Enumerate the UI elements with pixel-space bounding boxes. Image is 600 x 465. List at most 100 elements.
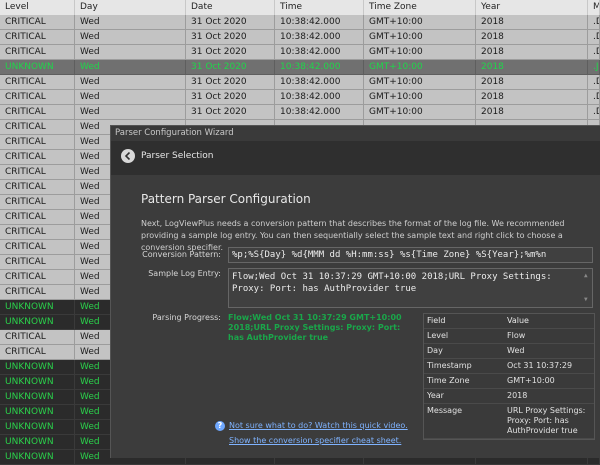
scroll-up-icon[interactable]: ▲	[584, 270, 588, 282]
cell-level: UNKNOWN	[0, 60, 75, 75]
parsing-progress-value: Flow;Wed Oct 31 10:37:29 GMT+10:00 2018;…	[228, 313, 402, 342]
cell-level: UNKNOWN	[0, 375, 75, 390]
help-icon: ?	[215, 421, 225, 431]
column-header-time-zone[interactable]: Time Zone	[364, 0, 476, 15]
cell-time: 10:38:42.000	[275, 105, 364, 120]
table-row[interactable]: CRITICAL Wed 31 Oct 2020 10:38:42.000 GMT+10…	[0, 15, 600, 30]
cell-time-zone: GMT+10:00	[364, 45, 476, 60]
result-field: Time Zone	[427, 376, 470, 385]
cell-year: 2018	[476, 30, 588, 45]
watch-video-link[interactable]: Not sure what to do? Watch this quick vi…	[229, 421, 408, 430]
table-row[interactable]: CRITICAL Wed 31 Oct 2020 10:38:42.000 GMT+10…	[0, 90, 600, 105]
cell-level: CRITICAL	[0, 45, 75, 60]
result-field: Day	[427, 346, 443, 355]
column-header-year[interactable]: Year	[476, 0, 588, 15]
result-row: Day Wed	[424, 344, 594, 359]
table-row[interactable]: CRITICAL Wed 31 Oct 2020 10:38:42.000 GMT+10…	[0, 30, 600, 45]
cell-year: 2018	[476, 105, 588, 120]
cell-level: CRITICAL	[0, 105, 75, 120]
result-row: Message URL Proxy Settings: Proxy: Port: …	[424, 404, 594, 439]
column-header-day[interactable]: Day	[75, 0, 186, 15]
cell-level: CRITICAL	[0, 150, 75, 165]
result-header-field: Field	[427, 316, 446, 325]
cell-year: 2018	[476, 15, 588, 30]
result-field: Level	[427, 331, 449, 340]
cell-level: CRITICAL	[0, 270, 75, 285]
back-arrow-icon	[124, 152, 131, 160]
cell-year: 2018	[476, 75, 588, 90]
cell-day: Wed	[75, 30, 186, 45]
parser-configuration-dialog: Parser Configuration Wizard Parser Selec…	[110, 125, 600, 458]
cheat-sheet-link[interactable]: Show the conversion specifier cheat shee…	[229, 436, 401, 445]
cell-time-zone: GMT+10:00	[364, 90, 476, 105]
cell-date: 31 Oct 2020	[186, 15, 275, 30]
cell-year: 2018	[476, 90, 588, 105]
cell-level: CRITICAL	[0, 30, 75, 45]
cell-level: CRITICAL	[0, 195, 75, 210]
table-row[interactable]: UNKNOWN Wed 31 Oct 2020 10:38:42.000 GMT+10:…	[0, 60, 600, 75]
cell-time-zone: GMT+10:00	[364, 60, 476, 75]
page-title: Pattern Parser Configuration	[141, 192, 311, 206]
cell-message: .D	[588, 105, 600, 120]
cell-year: 2018	[476, 60, 588, 75]
sample-scrollbar[interactable]: ▲ ▼	[582, 270, 591, 306]
cell-day: Wed	[75, 75, 186, 90]
cell-day: Wed	[75, 45, 186, 60]
result-row: Year 2018	[424, 389, 594, 404]
dialog-nav-bar: Parser Selection	[111, 141, 600, 175]
conversion-pattern-input[interactable]: %p;%S{Day} %d{MMM dd %H:mm:ss} %s{Time Z…	[228, 247, 593, 263]
result-value: 2018	[507, 391, 528, 400]
cell-level: UNKNOWN	[0, 420, 75, 435]
cell-year: 2018	[476, 45, 588, 60]
sample-log-entry-label: Sample Log Entry:	[148, 269, 221, 278]
cell-level: CRITICAL	[0, 210, 75, 225]
cell-date: 31 Oct 2020	[186, 75, 275, 90]
cell-message: .D	[588, 30, 600, 45]
cell-level: UNKNOWN	[0, 315, 75, 330]
table-row[interactable]: CRITICAL Wed 31 Oct 2020 10:38:42.000 GMT+10…	[0, 105, 600, 120]
result-table-header: Field Value	[424, 314, 594, 329]
result-value: Flow	[507, 331, 526, 340]
result-field: Year	[427, 391, 444, 400]
parsing-progress-text: Flow;Wed Oct 31 10:37:29 GMT+10:00 2018;…	[228, 313, 413, 343]
sample-log-entry-text: Flow;Wed Oct 31 10:37:29 GMT+10:00 2018;…	[232, 272, 552, 294]
column-header-level[interactable]: Level	[0, 0, 75, 15]
back-button[interactable]	[121, 149, 135, 163]
cell-message: .D	[588, 75, 600, 90]
cell-level: CRITICAL	[0, 225, 75, 240]
cell-time-zone: GMT+10:00	[364, 75, 476, 90]
cell-date: 31 Oct 2020	[186, 60, 275, 75]
cell-message: .D	[588, 15, 600, 30]
result-row: Level Flow	[424, 329, 594, 344]
cell-message: .D	[588, 45, 600, 60]
cell-date: 31 Oct 2020	[186, 45, 275, 60]
table-row[interactable]: CRITICAL Wed 31 Oct 2020 10:38:42.000 GMT+10…	[0, 45, 600, 60]
column-header-time[interactable]: Time	[275, 0, 364, 15]
cell-time: 10:38:42.000	[275, 60, 364, 75]
cell-time: 10:38:42.000	[275, 90, 364, 105]
nav-title: Parser Selection	[141, 151, 214, 161]
cell-time: 10:38:42.000	[275, 45, 364, 60]
result-row: Timestamp Oct 31 10:37:29	[424, 359, 594, 374]
cell-level: CRITICAL	[0, 75, 75, 90]
result-header-value: Value	[507, 316, 529, 325]
cell-time: 10:38:42.000	[275, 75, 364, 90]
column-header-message[interactable]: M	[588, 0, 600, 15]
cell-level: CRITICAL	[0, 330, 75, 345]
sample-log-entry-input[interactable]: Flow;Wed Oct 31 10:37:29 GMT+10:00 2018;…	[228, 268, 593, 308]
cell-level: UNKNOWN	[0, 405, 75, 420]
scroll-down-icon[interactable]: ▼	[584, 294, 588, 306]
table-row[interactable]: CRITICAL Wed 31 Oct 2020 10:38:42.000 GMT+10…	[0, 75, 600, 90]
result-value: Oct 31 10:37:29	[507, 361, 573, 370]
cell-day: Wed	[75, 60, 186, 75]
column-header-date[interactable]: Date	[186, 0, 275, 15]
cell-time-zone: GMT+10:00	[364, 30, 476, 45]
cell-level: CRITICAL	[0, 345, 75, 360]
cell-level: CRITICAL	[0, 90, 75, 105]
result-value: Wed	[507, 346, 525, 355]
cell-time: 10:38:42.000	[275, 15, 364, 30]
cell-level: CRITICAL	[0, 15, 75, 30]
cell-level: UNKNOWN	[0, 300, 75, 315]
cell-level: CRITICAL	[0, 285, 75, 300]
cell-level: CRITICAL	[0, 180, 75, 195]
